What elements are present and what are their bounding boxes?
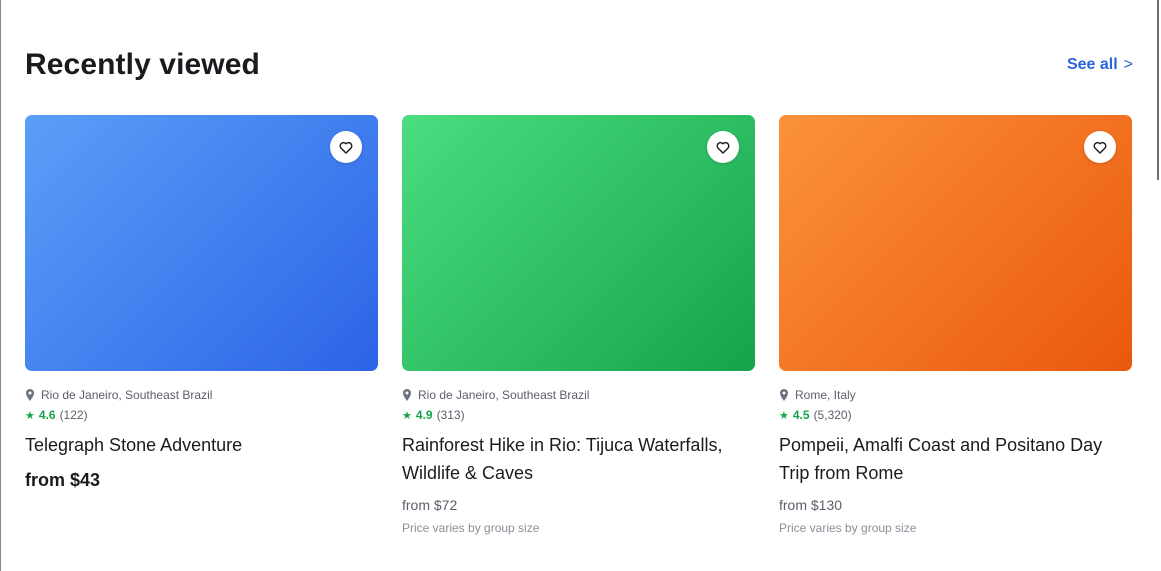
wishlist-button[interactable]: [330, 131, 362, 163]
activity-title[interactable]: Rainforest Hike in Rio: Tijuca Waterfall…: [402, 431, 747, 487]
activity-title[interactable]: Pompeii, Amalfi Coast and Positano Day T…: [779, 431, 1124, 487]
map-pin-icon: [780, 389, 788, 401]
activity-image[interactable]: [779, 115, 1132, 371]
chevron-right-icon: >: [1123, 56, 1133, 73]
activity-price: from $43: [25, 470, 101, 490]
scrollbar[interactable]: [1157, 0, 1159, 180]
activity-rating: ★ 4.6 (122): [25, 408, 88, 422]
review-count: (122): [59, 408, 88, 422]
location-text: Rio de Janeiro, Southeast Brazil: [41, 388, 213, 402]
see-all-link[interactable]: See all >: [1067, 56, 1133, 74]
price-note: Price varies by group size: [402, 521, 540, 535]
location-text: Rome, Italy: [795, 388, 856, 402]
activity-location: Rio de Janeiro, Southeast Brazil: [402, 388, 589, 402]
star-icon: ★: [25, 409, 35, 422]
heart-icon: [716, 141, 730, 154]
star-icon: ★: [402, 409, 412, 422]
activity-card[interactable]: Rio de Janeiro, Southeast Brazil ★ 4.9 (…: [402, 115, 755, 535]
section-title: Recently viewed: [25, 48, 260, 81]
review-count: (313): [436, 408, 465, 422]
section-header: Recently viewed See all >: [25, 48, 1133, 88]
star-icon: ★: [779, 409, 789, 422]
activity-card[interactable]: Rio de Janeiro, Southeast Brazil ★ 4.6 (…: [25, 115, 378, 490]
activity-location: Rome, Italy: [779, 388, 856, 402]
price-note: Price varies by group size: [779, 521, 917, 535]
wishlist-button[interactable]: [1084, 131, 1116, 163]
activity-title[interactable]: Telegraph Stone Adventure: [25, 431, 370, 459]
activity-image[interactable]: [25, 115, 378, 371]
activity-rating: ★ 4.5 (5,320): [779, 408, 852, 422]
heart-icon: [1093, 141, 1107, 154]
wishlist-button[interactable]: [707, 131, 739, 163]
rating-value: 4.5: [792, 408, 810, 422]
map-pin-icon: [403, 389, 411, 401]
activity-image[interactable]: [402, 115, 755, 371]
heart-icon: [339, 141, 353, 154]
activity-price: from $72: [402, 497, 458, 513]
activity-price: from $130: [779, 497, 843, 513]
rating-value: 4.9: [415, 408, 433, 422]
location-text: Rio de Janeiro, Southeast Brazil: [418, 388, 590, 402]
map-pin-icon: [26, 389, 34, 401]
activity-location: Rio de Janeiro, Southeast Brazil: [25, 388, 212, 402]
activity-rating: ★ 4.9 (313): [402, 408, 465, 422]
window-left-edge: [0, 0, 1, 571]
activity-card[interactable]: Rome, Italy ★ 4.5 (5,320) Pompeii, Amalf…: [779, 115, 1132, 535]
rating-value: 4.6: [38, 408, 56, 422]
review-count: (5,320): [813, 408, 852, 422]
see-all-label: See all: [1066, 56, 1118, 73]
